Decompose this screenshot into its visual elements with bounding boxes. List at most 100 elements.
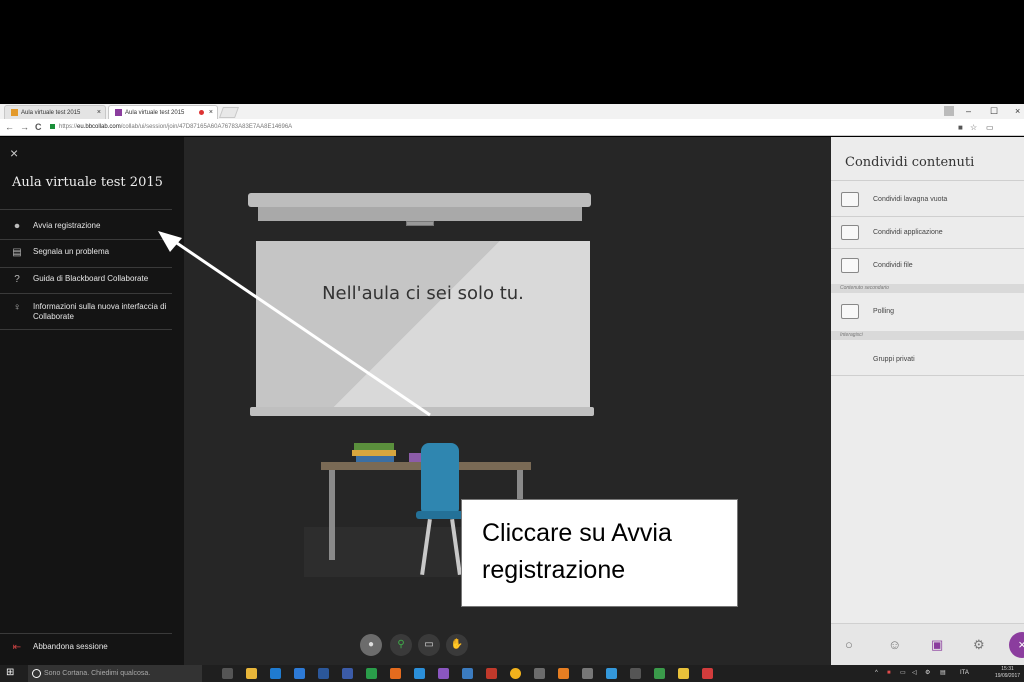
chat-icon[interactable]: ○	[845, 638, 853, 652]
app-icon[interactable]	[342, 668, 353, 679]
screen-shading	[256, 241, 590, 415]
tray-security-icon[interactable]: ■	[887, 665, 891, 682]
lightbulb-icon: ♀	[13, 302, 21, 313]
clock-time: 15:31	[1001, 666, 1014, 672]
acrobat-icon[interactable]	[702, 668, 713, 679]
input-language[interactable]: ITA	[960, 665, 969, 682]
settings-icon[interactable]: ⚙	[973, 638, 985, 652]
attendees-icon[interactable]: ☺	[888, 638, 901, 652]
windows-start-icon[interactable]: ⊞	[6, 668, 14, 678]
raise-hand-button[interactable]: ✋	[446, 634, 468, 656]
avatar-status-button[interactable]: ●	[360, 634, 382, 656]
private-groups-label: Gruppi privati	[873, 356, 915, 363]
app-icon[interactable]	[630, 668, 641, 679]
recording-dot-icon	[199, 110, 204, 115]
app-icon[interactable]	[534, 668, 545, 679]
url-scheme: https://	[59, 124, 78, 130]
tray-app-icon[interactable]: ⚙	[925, 665, 930, 682]
app-icon[interactable]	[486, 668, 497, 679]
close-window-button[interactable]: ×	[1015, 104, 1020, 119]
cortana-icon	[32, 669, 41, 678]
windows-taskbar: ⊞ Sono Cortana. Chiedimi qualcosa. ^ ■ ▭…	[0, 665, 1024, 682]
maximize-button[interactable]: ☐	[990, 104, 998, 119]
tab-close-icon[interactable]: ×	[97, 106, 101, 119]
session-title: Aula virtuale test 2015	[12, 175, 163, 190]
lock-icon	[50, 123, 55, 129]
menu-icon[interactable]: ▭	[986, 119, 994, 136]
store-icon[interactable]	[294, 668, 305, 679]
browser-tab-2[interactable]: Aula virtuale test 2015 ×	[108, 105, 218, 119]
address-bar: ← → C https://eu.bbcollab.com/collab/ui/…	[0, 119, 1024, 136]
profile-icon[interactable]	[944, 106, 954, 116]
extension-icon[interactable]: ■	[958, 119, 963, 136]
browser-tab-1[interactable]: Aula virtuale test 2015 ×	[4, 105, 106, 119]
start-recording-item[interactable]: ⏺ Avvia registrazione	[0, 221, 184, 232]
tray-message-icon[interactable]: ▤	[940, 665, 946, 682]
app-icon[interactable]	[462, 668, 473, 679]
url-input[interactable]: https://eu.bbcollab.com/collab/ui/sessio…	[50, 120, 938, 135]
chair-back	[421, 443, 459, 513]
new-tab-button[interactable]	[218, 107, 240, 118]
menu-item-label: Guida di Blackboard Collaborate	[33, 274, 149, 283]
menu-item-label: Segnala un problema	[33, 247, 110, 256]
app-icon[interactable]	[582, 668, 593, 679]
projector-handle	[406, 221, 434, 226]
private-groups-item[interactable]: Gruppi privati	[831, 350, 1024, 370]
divider	[0, 329, 172, 330]
tray-chevron-icon[interactable]: ^	[875, 665, 878, 682]
reload-button[interactable]: C	[35, 119, 42, 136]
share-application-item[interactable]: Condividi applicazione	[831, 223, 1024, 243]
tray-volume-icon[interactable]: ◁	[912, 665, 917, 682]
leave-session-area: ⇤ Abbandona sessione	[0, 633, 184, 663]
app-icon[interactable]	[414, 668, 425, 679]
camera-button[interactable]: ▭	[418, 634, 440, 656]
file-explorer-icon[interactable]	[246, 668, 257, 679]
divider	[0, 267, 172, 268]
firefox-icon[interactable]	[390, 668, 401, 679]
menu-item-label: Informazioni sulla nuova interfaccia di …	[33, 302, 167, 321]
record-icon: ⏺	[14, 221, 20, 232]
chrome-icon[interactable]	[510, 668, 521, 679]
minimize-button[interactable]: –	[966, 104, 971, 119]
book	[354, 443, 394, 450]
blackboard-favicon-icon	[11, 108, 18, 116]
share-content-panel: Condividi contenuti Condividi lavagna vu…	[831, 137, 1024, 665]
app-icon[interactable]	[606, 668, 617, 679]
new-interface-info-item[interactable]: ♀ Informazioni sulla nuova interfaccia d…	[0, 302, 172, 322]
share-blank-whiteboard-item[interactable]: Condividi lavagna vuota	[831, 190, 1024, 210]
report-problem-item[interactable]: ▤ Segnala un problema	[0, 247, 184, 258]
tray-network-icon[interactable]: ▭	[900, 665, 906, 682]
share-content-icon[interactable]: ▣	[931, 638, 943, 652]
back-button[interactable]: ←	[5, 119, 14, 136]
app-icon[interactable]	[438, 668, 449, 679]
help-item[interactable]: ? Guida di Blackboard Collaborate	[0, 274, 184, 285]
leave-session-button[interactable]: ⇤ Abbandona sessione	[0, 642, 184, 653]
tab-title: Aula virtuale test 2015	[125, 110, 185, 116]
exit-icon: ⇤	[12, 642, 22, 653]
forward-button[interactable]: →	[20, 119, 29, 136]
tab-close-icon[interactable]: ×	[209, 106, 213, 119]
microphone-button[interactable]: ⚲	[390, 634, 412, 656]
instruction-callout: Cliccare su Avvia registrazione	[461, 499, 738, 607]
app-icon[interactable]	[678, 668, 689, 679]
collaborate-favicon-icon	[115, 108, 122, 116]
share-file-item[interactable]: Condividi file	[831, 256, 1024, 276]
share-panel-title: Condividi contenuti	[845, 155, 975, 170]
interact-section: Interagisci	[831, 331, 1024, 340]
cortana-search-box[interactable]: Sono Cortana. Chiedimi qualcosa.	[28, 665, 202, 682]
clock[interactable]: 15:31 19/09/2017	[995, 666, 1020, 680]
divider	[0, 293, 172, 294]
bookmark-star-icon[interactable]: ☆	[970, 119, 977, 136]
app-icon[interactable]	[558, 668, 569, 679]
word-icon[interactable]	[318, 668, 329, 679]
session-controls: ● ⚲ ▭ ✋	[360, 631, 470, 659]
close-panel-button[interactable]: ×	[1009, 632, 1024, 658]
task-view-icon[interactable]	[222, 668, 233, 679]
app-icon[interactable]	[654, 668, 665, 679]
polling-item[interactable]: Polling	[831, 302, 1024, 322]
secondary-content-section: Contenuto secondario	[831, 284, 1024, 293]
close-menu-icon[interactable]: ×	[10, 146, 18, 160]
app-icon[interactable]	[366, 668, 377, 679]
edge-icon[interactable]	[270, 668, 281, 679]
browser-tabstrip: Aula virtuale test 2015 × Aula virtuale …	[0, 104, 1024, 119]
